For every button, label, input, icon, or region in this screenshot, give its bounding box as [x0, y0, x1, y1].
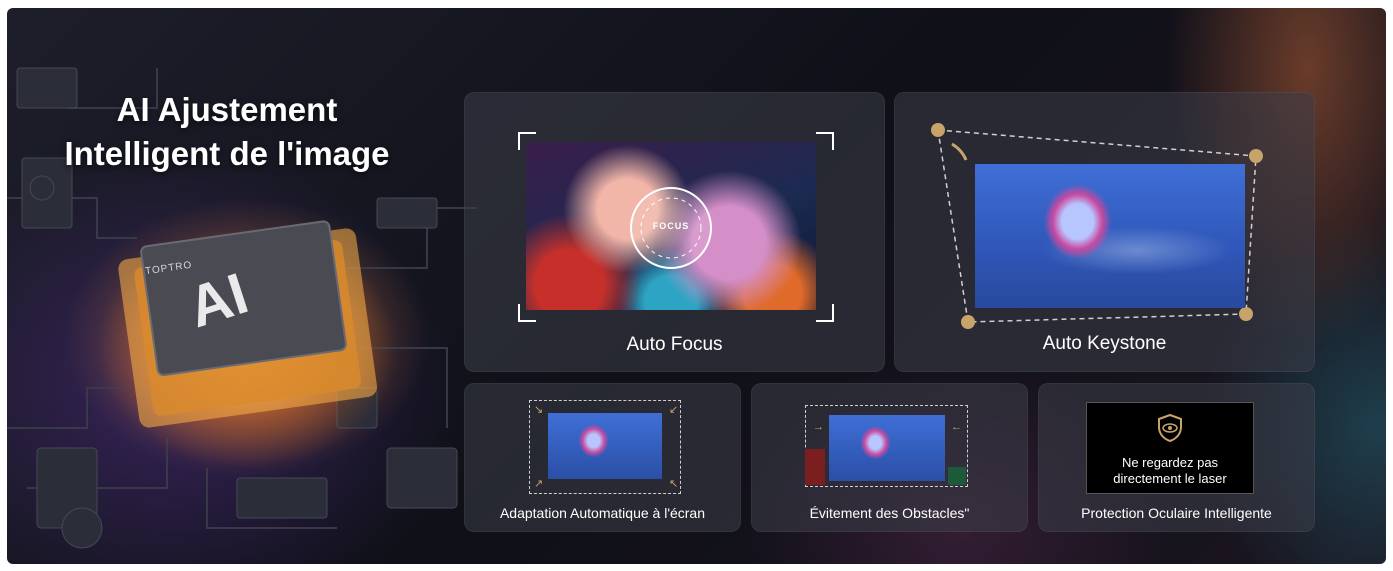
keystone-jellyfish-image [975, 164, 1245, 308]
corner-bracket-icon [816, 132, 834, 150]
auto-keystone-label: Auto Keystone [1042, 333, 1167, 354]
card-auto-focus: FOCUS Auto Focus [464, 92, 885, 372]
obstacle-image [829, 415, 945, 481]
obstacle-left-block [805, 449, 825, 485]
page-title: AI Ajustement Intelligent de l'image [7, 88, 447, 176]
ai-chip: TOPTRO AI [127, 233, 327, 383]
screen-fit-label: Adaptation Automatique à l'écran [499, 505, 706, 521]
arrow-icon: ↖ [669, 478, 679, 490]
screen-fit-image [548, 413, 662, 479]
shield-eye-icon [1158, 413, 1182, 443]
obstacle-right-block [948, 467, 966, 485]
warning-line-1: Ne regardez pas [1121, 455, 1219, 470]
corner-bracket-icon [518, 304, 536, 322]
hero-banner: AI Ajustement Intelligent de l'image TOP… [7, 8, 1386, 564]
corner-bracket-icon [518, 132, 536, 150]
card-eye-protection: Ne regardez pas directement le laser Pro… [1038, 383, 1315, 532]
card-obstacle-avoidance: → ← Évitement des Obstacles" [751, 383, 1028, 532]
laser-warning-box: Ne regardez pas directement le laser [1086, 402, 1254, 494]
arrow-icon: ↙ [669, 404, 679, 416]
chip-label: AI [180, 260, 256, 341]
obstacle-label: Évitement des Obstacles" [809, 505, 970, 521]
auto-focus-image: FOCUS [526, 142, 816, 310]
card-screen-fit: ↘ ↙ ↗ ↖ Adaptation Automatique à l'écran [464, 383, 741, 532]
arrow-icon: ↘ [534, 404, 544, 416]
card-auto-keystone: Auto Keystone [894, 92, 1315, 372]
title-line-1: AI Ajustement [116, 91, 338, 128]
eye-protection-label: Protection Oculaire Intelligente [1081, 505, 1272, 521]
arrow-icon: ↗ [534, 478, 544, 490]
arrow-icon [951, 142, 968, 161]
focus-badge: FOCUS [652, 221, 690, 231]
arrow-icon: → [813, 421, 824, 433]
corner-bracket-icon [816, 304, 834, 322]
arrow-icon: ← [951, 421, 962, 433]
title-line-2: Intelligent de l'image [64, 135, 390, 172]
auto-focus-label: Auto Focus [626, 334, 723, 355]
warning-line-2: directement le laser [1113, 471, 1227, 486]
